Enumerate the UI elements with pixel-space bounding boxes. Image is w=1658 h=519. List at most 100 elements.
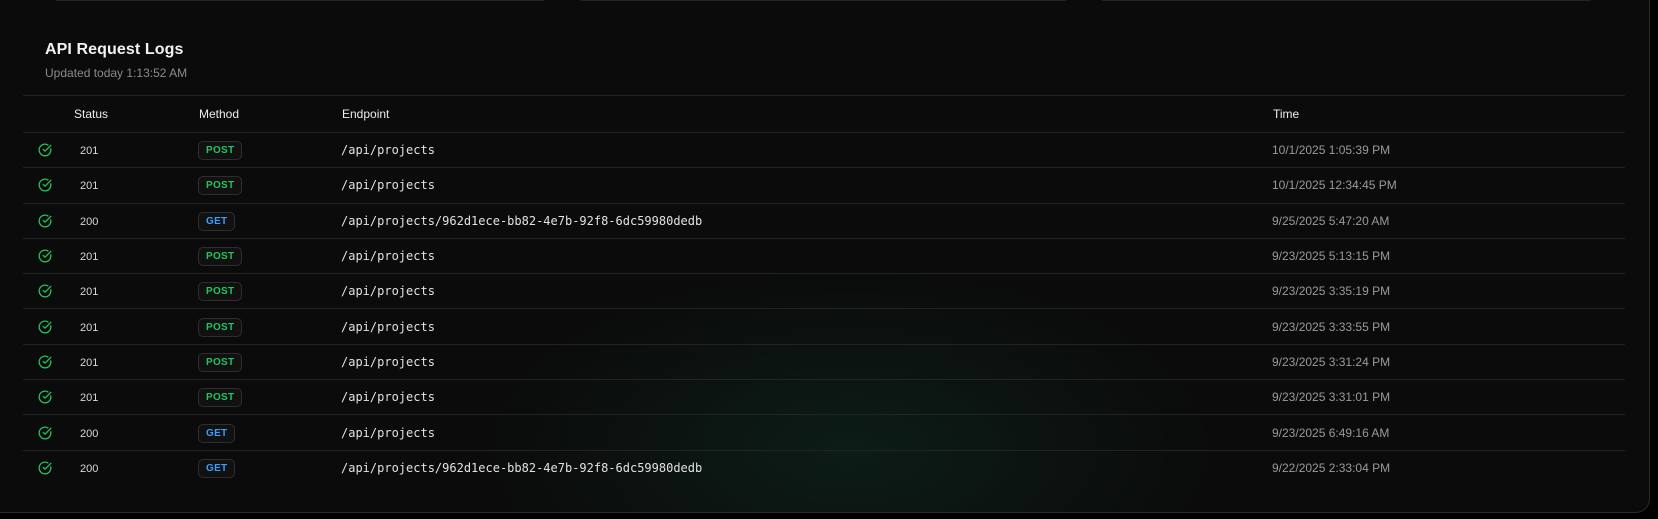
method-cell: POST: [198, 317, 341, 337]
check-circle-icon: [38, 178, 52, 192]
table-header: Status Method Endpoint Time: [23, 95, 1625, 133]
check-circle-icon: [38, 320, 52, 334]
table-row[interactable]: 201 POST /api/projects 9/23/2025 5:13:15…: [23, 239, 1625, 275]
request-time: 9/23/2025 3:33:55 PM: [1272, 319, 1391, 334]
endpoint-cell: /api/projects: [341, 247, 1272, 265]
request-time: 9/25/2025 5:47:20 AM: [1272, 213, 1390, 228]
time-cell: 10/1/2025 1:05:39 PM: [1272, 141, 1625, 159]
method-cell: GET: [198, 458, 341, 479]
status-icon-cell: [23, 320, 74, 334]
request-time: 9/23/2025 5:13:15 PM: [1272, 249, 1391, 264]
time-cell: 9/23/2025 3:31:24 PM: [1272, 353, 1625, 371]
method-cell: GET: [198, 423, 341, 443]
table-row[interactable]: 201 POST /api/projects 9/23/2025 3:33:55…: [23, 309, 1625, 345]
endpoint-cell: /api/projects/962d1ece-bb82-4e7b-92f8-6d…: [341, 212, 1272, 230]
method-cell: POST: [198, 246, 341, 267]
status-icon-cell: [23, 284, 74, 298]
status-code: 201: [80, 145, 99, 158]
endpoint-path: /api/projects: [341, 390, 435, 405]
status-cell: 201: [74, 353, 198, 371]
time-cell: 9/25/2025 5:47:20 AM: [1272, 212, 1625, 230]
table-row[interactable]: 201 POST /api/projects 9/23/2025 3:31:01…: [23, 380, 1625, 416]
endpoint-cell: /api/projects: [341, 318, 1272, 336]
status-icon-cell: [23, 143, 74, 157]
endpoint-path: /api/projects: [341, 354, 435, 369]
method-badge: POST: [198, 141, 243, 161]
time-cell: 9/22/2025 2:33:04 PM: [1272, 459, 1625, 477]
table-row[interactable]: 201 POST /api/projects 9/23/2025 3:35:19…: [23, 274, 1625, 310]
endpoint-path: /api/projects: [341, 284, 435, 299]
table-row[interactable]: 201 POST /api/projects 9/23/2025 3:31:24…: [23, 345, 1625, 381]
header-endpoint[interactable]: Endpoint: [342, 107, 1273, 121]
request-time: 10/1/2025 12:34:45 PM: [1272, 178, 1397, 193]
status-icon-cell: [23, 178, 74, 192]
panel-title: API Request Logs: [45, 41, 184, 58]
method-badge: POST: [198, 388, 243, 408]
check-circle-icon: [38, 249, 52, 263]
status-code: 201: [80, 356, 99, 369]
endpoint-path: /api/projects/962d1ece-bb82-4e7b-92f8-6d…: [341, 461, 703, 476]
method-badge: GET: [198, 423, 236, 443]
time-cell: 9/23/2025 5:13:15 PM: [1272, 247, 1625, 265]
status-cell: 200: [74, 459, 198, 477]
endpoint-cell: /api/projects: [341, 176, 1272, 194]
status-cell: 201: [74, 141, 198, 159]
status-cell: 201: [74, 282, 198, 300]
method-badge: GET: [198, 211, 236, 231]
check-circle-icon: [38, 214, 52, 228]
time-cell: 9/23/2025 3:35:19 PM: [1272, 282, 1625, 300]
method-cell: POST: [198, 175, 341, 196]
panel-header: API Request Logs Updated today 1:13:52 A…: [45, 41, 187, 80]
method-badge: GET: [198, 459, 236, 479]
status-code: 200: [80, 427, 99, 440]
status-icon-cell: [23, 426, 74, 440]
method-badge: POST: [198, 352, 243, 372]
method-badge: POST: [198, 317, 243, 337]
summary-card: [572, 0, 1075, 1]
method-badge: POST: [198, 247, 243, 267]
endpoint-cell: /api/projects: [341, 388, 1272, 406]
table-row[interactable]: 200 GET /api/projects/962d1ece-bb82-4e7b…: [23, 451, 1625, 486]
status-code: 201: [80, 392, 99, 405]
endpoint-path: /api/projects: [341, 143, 435, 158]
endpoint-path: /api/projects/962d1ece-bb82-4e7b-92f8-6d…: [341, 213, 703, 228]
table-body: 201 POST /api/projects 10/1/2025 1:05:39…: [23, 133, 1625, 486]
status-cell: 201: [74, 318, 198, 336]
status-icon-cell: [23, 214, 74, 228]
endpoint-cell: /api/projects: [341, 141, 1272, 159]
table-row[interactable]: 200 GET /api/projects 9/23/2025 6:49:16 …: [23, 415, 1625, 451]
summary-card: [1093, 0, 1599, 1]
endpoint-cell: /api/projects: [341, 353, 1272, 371]
check-circle-icon: [38, 426, 52, 440]
request-time: 9/22/2025 2:33:04 PM: [1272, 461, 1391, 476]
header-method[interactable]: Method: [199, 107, 342, 121]
status-cell: 201: [74, 388, 198, 406]
status-cell: 201: [74, 176, 198, 194]
status-code: 200: [80, 215, 99, 228]
method-badge: POST: [198, 282, 243, 302]
check-circle-icon: [38, 355, 52, 369]
status-cell: 200: [74, 424, 198, 442]
method-cell: POST: [198, 140, 341, 161]
endpoint-path: /api/projects: [341, 178, 435, 193]
request-time: 9/23/2025 3:31:24 PM: [1272, 354, 1391, 369]
method-cell: POST: [198, 387, 341, 408]
header-status[interactable]: Status: [74, 107, 199, 121]
request-time: 9/23/2025 3:35:19 PM: [1272, 284, 1391, 299]
endpoint-cell: /api/projects: [341, 282, 1272, 300]
status-code: 200: [80, 463, 99, 476]
table-row[interactable]: 200 GET /api/projects/962d1ece-bb82-4e7b…: [23, 204, 1625, 239]
status-cell: 201: [74, 247, 198, 265]
method-badge: POST: [198, 176, 243, 196]
status-code: 201: [80, 286, 99, 299]
endpoint-path: /api/projects: [341, 249, 435, 264]
check-circle-icon: [38, 143, 52, 157]
table-row[interactable]: 201 POST /api/projects 10/1/2025 1:05:39…: [23, 133, 1625, 169]
request-time: 10/1/2025 1:05:39 PM: [1272, 143, 1391, 158]
table-row[interactable]: 201 POST /api/projects 10/1/2025 12:34:4…: [23, 168, 1625, 204]
time-cell: 9/23/2025 3:31:01 PM: [1272, 388, 1625, 406]
header-time[interactable]: Time: [1273, 107, 1625, 121]
time-cell: 10/1/2025 12:34:45 PM: [1272, 176, 1625, 194]
status-code: 201: [80, 251, 99, 264]
time-cell: 9/23/2025 6:49:16 AM: [1272, 424, 1625, 442]
